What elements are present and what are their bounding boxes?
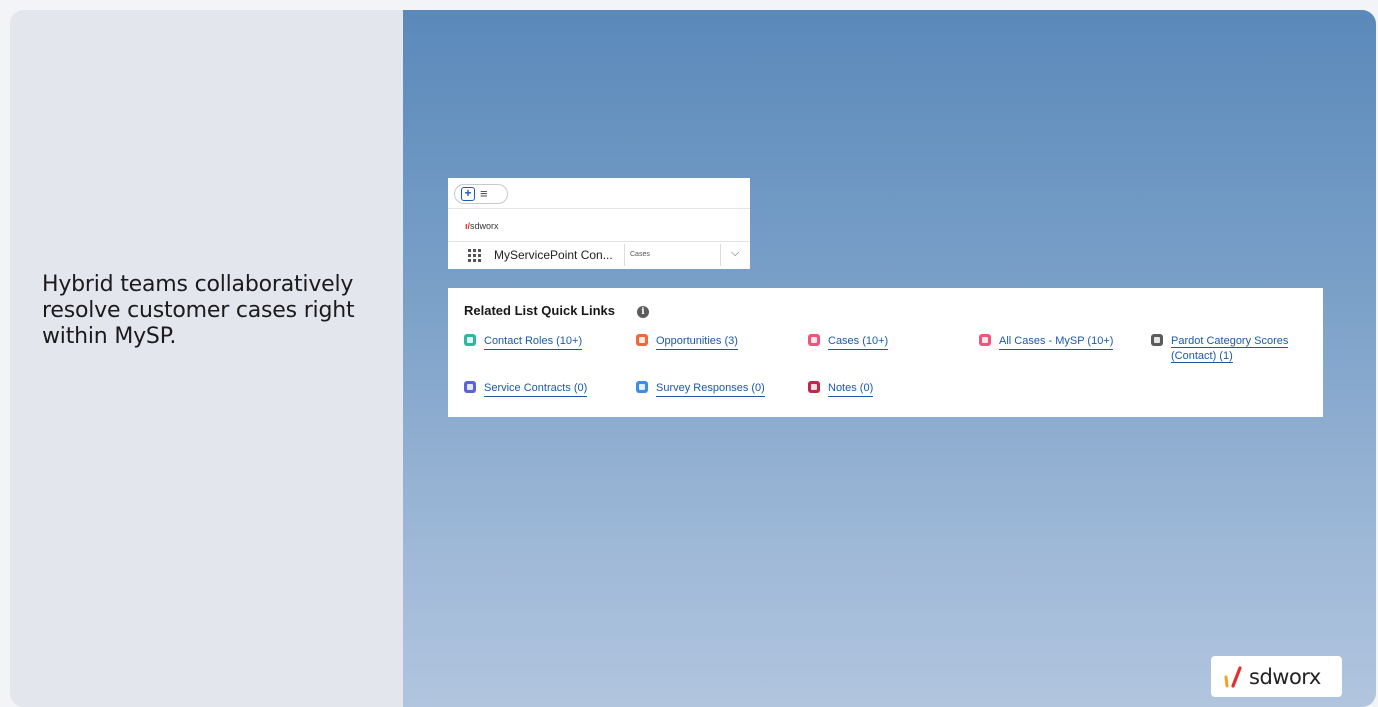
survey-responses-icon bbox=[636, 381, 648, 393]
add-icon[interactable]: + bbox=[461, 187, 475, 201]
nav-divider bbox=[720, 244, 721, 266]
related-list-quick-links: Related List Quick Links i Contact Roles… bbox=[448, 288, 1323, 417]
all-cases-icon bbox=[979, 334, 991, 346]
brand-text: sdworx bbox=[1249, 665, 1321, 689]
headline-text: Hybrid teams collaboratively resolve cus… bbox=[42, 272, 355, 349]
link-label: Contact Roles (10+) bbox=[484, 334, 583, 350]
link-contact-roles[interactable]: Contact Roles (10+) bbox=[464, 334, 583, 350]
link-opportunities[interactable]: Opportunities (3) bbox=[636, 334, 738, 350]
link-label: Opportunities (3) bbox=[656, 334, 738, 350]
pardot-icon bbox=[1151, 334, 1163, 346]
opportunities-icon bbox=[636, 334, 648, 346]
link-all-cases-mysp[interactable]: All Cases - MySP (10+) bbox=[979, 334, 1114, 350]
brand-logo: sdworx bbox=[1211, 656, 1342, 697]
utility-toolbar: + ≡ bbox=[448, 178, 750, 209]
right-panel: + ≡ ı/sdworx MyServicePoint Con... Cases… bbox=[403, 10, 1376, 707]
link-label: Notes (0) bbox=[828, 381, 874, 397]
link-cases[interactable]: Cases (10+) bbox=[808, 334, 889, 350]
app-launcher-icon[interactable] bbox=[468, 249, 481, 262]
link-pardot-category-scores[interactable]: Pardot Category Scores (Contact) (1) bbox=[1151, 334, 1289, 364]
link-notes[interactable]: Notes (0) bbox=[808, 381, 874, 397]
section-title: Related List Quick Links bbox=[464, 303, 615, 318]
link-label: Pardot Category Scores (Contact) (1) bbox=[1171, 334, 1289, 364]
link-label: Survey Responses (0) bbox=[656, 381, 765, 397]
nav-divider bbox=[624, 244, 625, 266]
link-service-contracts[interactable]: Service Contracts (0) bbox=[464, 381, 588, 397]
cases-icon bbox=[808, 334, 820, 346]
link-label-line2: (Contact) (1) bbox=[1171, 350, 1233, 363]
link-label-line1: Pardot Category Scores bbox=[1171, 335, 1289, 348]
link-label: Service Contracts (0) bbox=[484, 381, 588, 397]
app-header-widget: + ≡ ı/sdworx MyServicePoint Con... Cases… bbox=[448, 178, 750, 269]
org-logo-row: ı/sdworx bbox=[448, 209, 750, 242]
app-nav-bar: MyServicePoint Con... Cases ⌵ bbox=[448, 242, 750, 269]
info-icon[interactable]: i bbox=[637, 306, 649, 318]
slide-card: Hybrid teams collaboratively resolve cus… bbox=[10, 10, 1376, 707]
org-logo: ı/sdworx bbox=[465, 221, 499, 231]
brand-mark-icon bbox=[1224, 666, 1242, 688]
app-name: MyServicePoint Con... bbox=[494, 248, 613, 262]
link-label: Cases (10+) bbox=[828, 334, 889, 350]
left-panel: Hybrid teams collaboratively resolve cus… bbox=[10, 10, 403, 707]
notes-icon bbox=[808, 381, 820, 393]
contact-roles-icon bbox=[464, 334, 476, 346]
link-label: All Cases - MySP (10+) bbox=[999, 334, 1114, 350]
chevron-down-icon[interactable]: ⌵ bbox=[731, 247, 739, 260]
nav-tab-cases[interactable]: Cases bbox=[630, 251, 650, 258]
global-actions-pill[interactable]: + ≡ bbox=[454, 184, 508, 204]
menu-icon[interactable]: ≡ bbox=[480, 186, 488, 201]
link-survey-responses[interactable]: Survey Responses (0) bbox=[636, 381, 765, 397]
service-contracts-icon bbox=[464, 381, 476, 393]
org-logo-text: sdworx bbox=[470, 221, 499, 231]
